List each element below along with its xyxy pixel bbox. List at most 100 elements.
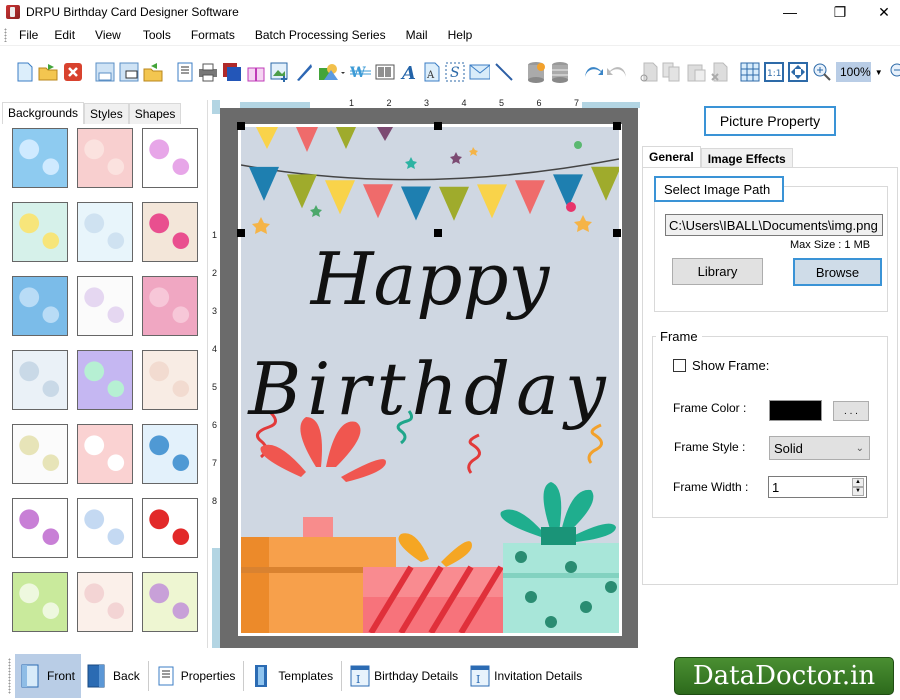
selection-handle[interactable] <box>434 229 442 237</box>
redo-icon[interactable] <box>607 62 628 83</box>
delete-icon[interactable] <box>710 62 728 83</box>
background-thumbnail-balloon-bunches[interactable] <box>77 498 133 558</box>
paste-icon[interactable] <box>686 62 706 83</box>
zoom-dropdown-icon[interactable]: ▼ <box>875 68 883 77</box>
library-button[interactable]: Library <box>672 258 763 285</box>
card-background-icon[interactable] <box>222 62 242 83</box>
text-icon[interactable]: A <box>399 62 419 83</box>
gift-icon[interactable] <box>246 62 266 83</box>
fit-to-window-icon[interactable] <box>788 62 808 83</box>
menu-batch-processing[interactable]: Batch Processing Series <box>245 28 396 42</box>
line-icon[interactable] <box>494 62 514 83</box>
background-thumbnail-teddy-pastel[interactable] <box>142 350 198 410</box>
selection-handle[interactable] <box>237 122 245 130</box>
frame-style-select[interactable]: Solid ⌄ <box>769 436 870 460</box>
properties-tab-button[interactable]: Properties <box>151 654 242 698</box>
insert-image-icon[interactable] <box>270 62 290 83</box>
wordart-icon[interactable]: W <box>350 62 371 83</box>
menu-file[interactable]: File <box>11 28 46 42</box>
background-thumbnail-butterflies[interactable] <box>142 128 198 188</box>
background-thumbnail-bubbles[interactable] <box>12 350 68 410</box>
menu-view[interactable]: View <box>83 28 133 42</box>
text-document-icon[interactable]: A <box>423 62 441 83</box>
actual-size-icon[interactable]: 1:1 <box>764 62 784 83</box>
tab-general[interactable]: General <box>642 146 701 168</box>
new-icon[interactable] <box>16 62 34 83</box>
minimize-button[interactable]: — <box>768 0 812 24</box>
frame-color-swatch[interactable] <box>769 400 822 421</box>
background-thumbnail-red-hearts[interactable] <box>142 498 198 558</box>
pen-icon[interactable] <box>294 62 314 83</box>
templates-tab-button[interactable]: Templates <box>246 654 339 698</box>
close-button[interactable]: ✕ <box>862 0 900 24</box>
image-path-input[interactable]: C:\Users\IBALL\Documents\img.png <box>665 214 883 236</box>
zoom-out-icon[interactable] <box>889 62 900 83</box>
selection-handle[interactable] <box>237 229 245 237</box>
barcode-icon[interactable] <box>375 62 395 83</box>
grid-icon[interactable] <box>740 62 760 83</box>
background-thumbnail-rainbow-watercolor[interactable] <box>77 350 133 410</box>
copy-icon[interactable] <box>662 62 682 83</box>
tab-image-effects[interactable]: Image Effects <box>700 148 793 168</box>
background-thumbnail-blue-stars[interactable] <box>12 276 68 336</box>
show-frame-checkbox[interactable] <box>673 359 686 372</box>
tab-shapes[interactable]: Shapes <box>128 103 182 124</box>
background-thumbnail-green-stripes[interactable] <box>12 572 68 632</box>
menu-help[interactable]: Help <box>438 28 483 42</box>
birthday-card[interactable]: Happy Birthday <box>238 124 622 636</box>
save-icon[interactable] <box>95 62 115 83</box>
frame-color-picker-button[interactable]: . . . <box>833 401 869 421</box>
print-preview-icon[interactable] <box>176 62 194 83</box>
print-icon[interactable] <box>198 62 218 83</box>
mail-icon[interactable] <box>469 62 490 83</box>
background-thumbnail-balloons-light[interactable] <box>77 276 133 336</box>
close-file-icon[interactable] <box>63 62 83 83</box>
selection-handle[interactable] <box>613 229 621 237</box>
menu-edit[interactable]: Edit <box>46 28 83 42</box>
menu-mail[interactable]: Mail <box>396 28 438 42</box>
ruler-tick-label: 3 <box>424 98 430 108</box>
maximize-button[interactable]: ❐ <box>818 0 862 24</box>
selection-handle[interactable] <box>434 122 442 130</box>
background-thumbnail-pink-stripes-hearts[interactable] <box>77 424 133 484</box>
frame-width-stepper[interactable]: 1 ▲ ▼ <box>768 476 867 498</box>
back-tab-button[interactable]: Back <box>81 654 146 698</box>
open-icon[interactable] <box>38 62 59 83</box>
background-thumbnail-pink-party[interactable] <box>142 276 198 336</box>
background-thumbnail-colored-balloons[interactable] <box>142 424 198 484</box>
card-text-birthday[interactable]: Birthday <box>241 347 619 431</box>
invitation-details-tab-button[interactable]: I Invitation Details <box>464 654 588 698</box>
tab-styles[interactable]: Styles <box>84 103 129 124</box>
database-icon[interactable] <box>550 62 570 83</box>
tab-backgrounds[interactable]: Backgrounds <box>2 102 85 124</box>
cut-icon[interactable] <box>640 62 658 83</box>
zoom-level-input[interactable]: 100% <box>836 62 871 82</box>
background-thumbnail-happy-birthday-text[interactable] <box>12 424 68 484</box>
card-text-happy[interactable]: Happy <box>241 237 619 321</box>
background-thumbnail-garden-confetti[interactable] <box>142 572 198 632</box>
export-icon[interactable] <box>143 62 164 83</box>
front-tab-button[interactable]: Front <box>15 654 82 698</box>
background-thumbnail-cakes[interactable] <box>77 572 133 632</box>
bottom-separator <box>147 661 149 691</box>
undo-icon[interactable] <box>582 62 603 83</box>
background-thumbnail-heart-outlines[interactable] <box>12 498 68 558</box>
background-thumbnail-bears-pastel[interactable] <box>77 202 133 262</box>
background-thumbnail-pink-hearts[interactable] <box>77 128 133 188</box>
browse-button[interactable]: Browse <box>793 258 882 286</box>
save-as-icon[interactable] <box>119 62 139 83</box>
increment-icon[interactable]: ▲ <box>852 478 864 487</box>
background-thumbnail-bird-balloons[interactable] <box>142 202 198 262</box>
birthday-details-tab-button[interactable]: I Birthday Details <box>344 654 464 698</box>
database-add-icon[interactable] <box>526 62 546 83</box>
background-thumbnail-flowers[interactable] <box>12 202 68 262</box>
menu-formats[interactable]: Formats <box>181 28 245 42</box>
menu-tools[interactable]: Tools <box>133 28 181 42</box>
zoom-in-icon[interactable] <box>812 62 832 83</box>
background-thumbnail-sky-clouds[interactable] <box>12 128 68 188</box>
decrement-icon[interactable]: ▼ <box>852 487 864 496</box>
picture-property-panel: Picture Property General Image Effects S… <box>640 100 900 648</box>
signature-icon[interactable]: S <box>445 62 465 83</box>
selection-handle[interactable] <box>613 122 621 130</box>
shapes-icon[interactable] <box>318 62 346 83</box>
